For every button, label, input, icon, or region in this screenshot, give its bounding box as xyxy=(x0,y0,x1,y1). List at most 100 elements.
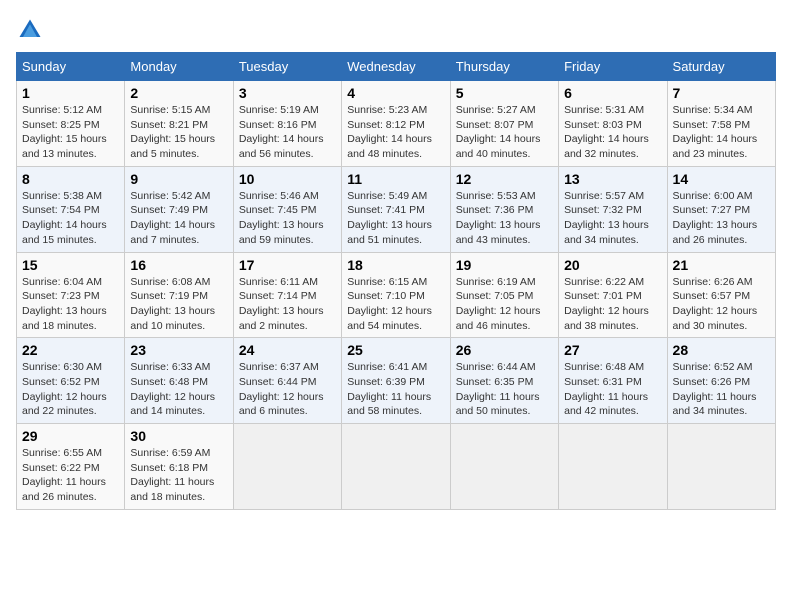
calendar-cell: 15 Sunrise: 6:04 AM Sunset: 7:23 PM Dayl… xyxy=(17,252,125,338)
sunset-text: Sunset: 7:49 PM xyxy=(130,204,208,216)
calendar-cell xyxy=(667,424,775,510)
daylight-text: Daylight: 13 hours and 10 minutes. xyxy=(130,305,215,332)
sunrise-text: Sunrise: 5:23 AM xyxy=(347,104,427,116)
cell-info: Sunrise: 6:52 AM Sunset: 6:26 PM Dayligh… xyxy=(673,360,770,419)
day-number: 26 xyxy=(456,342,553,358)
sunrise-text: Sunrise: 5:49 AM xyxy=(347,190,427,202)
day-number: 5 xyxy=(456,85,553,101)
sunrise-text: Sunrise: 5:38 AM xyxy=(22,190,102,202)
weekday-header-row: SundayMondayTuesdayWednesdayThursdayFrid… xyxy=(17,53,776,81)
daylight-text: Daylight: 12 hours and 14 minutes. xyxy=(130,391,215,418)
cell-info: Sunrise: 5:42 AM Sunset: 7:49 PM Dayligh… xyxy=(130,189,227,248)
daylight-text: Daylight: 12 hours and 38 minutes. xyxy=(564,305,649,332)
daylight-text: Daylight: 13 hours and 43 minutes. xyxy=(456,219,541,246)
daylight-text: Daylight: 11 hours and 18 minutes. xyxy=(130,476,214,503)
sunset-text: Sunset: 7:23 PM xyxy=(22,290,100,302)
sunrise-text: Sunrise: 6:55 AM xyxy=(22,447,102,459)
daylight-text: Daylight: 15 hours and 5 minutes. xyxy=(130,133,215,160)
sunset-text: Sunset: 8:21 PM xyxy=(130,119,208,131)
daylight-text: Daylight: 11 hours and 42 minutes. xyxy=(564,391,648,418)
logo-icon xyxy=(16,16,44,44)
cell-info: Sunrise: 5:49 AM Sunset: 7:41 PM Dayligh… xyxy=(347,189,444,248)
daylight-text: Daylight: 12 hours and 22 minutes. xyxy=(22,391,107,418)
cell-info: Sunrise: 6:08 AM Sunset: 7:19 PM Dayligh… xyxy=(130,275,227,334)
calendar-cell: 20 Sunrise: 6:22 AM Sunset: 7:01 PM Dayl… xyxy=(559,252,667,338)
week-row-3: 15 Sunrise: 6:04 AM Sunset: 7:23 PM Dayl… xyxy=(17,252,776,338)
sunrise-text: Sunrise: 6:15 AM xyxy=(347,276,427,288)
sunset-text: Sunset: 7:27 PM xyxy=(673,204,751,216)
day-number: 12 xyxy=(456,171,553,187)
sunset-text: Sunset: 7:01 PM xyxy=(564,290,642,302)
cell-info: Sunrise: 5:46 AM Sunset: 7:45 PM Dayligh… xyxy=(239,189,336,248)
day-number: 30 xyxy=(130,428,227,444)
weekday-wednesday: Wednesday xyxy=(342,53,450,81)
sunrise-text: Sunrise: 6:00 AM xyxy=(673,190,753,202)
week-row-4: 22 Sunrise: 6:30 AM Sunset: 6:52 PM Dayl… xyxy=(17,338,776,424)
sunrise-text: Sunrise: 6:59 AM xyxy=(130,447,210,459)
sunrise-text: Sunrise: 6:41 AM xyxy=(347,361,427,373)
calendar-cell: 4 Sunrise: 5:23 AM Sunset: 8:12 PM Dayli… xyxy=(342,81,450,167)
sunrise-text: Sunrise: 5:42 AM xyxy=(130,190,210,202)
day-number: 22 xyxy=(22,342,119,358)
day-number: 23 xyxy=(130,342,227,358)
cell-info: Sunrise: 6:37 AM Sunset: 6:44 PM Dayligh… xyxy=(239,360,336,419)
calendar-cell: 10 Sunrise: 5:46 AM Sunset: 7:45 PM Dayl… xyxy=(233,166,341,252)
calendar-cell xyxy=(450,424,558,510)
calendar-cell: 8 Sunrise: 5:38 AM Sunset: 7:54 PM Dayli… xyxy=(17,166,125,252)
calendar-cell: 17 Sunrise: 6:11 AM Sunset: 7:14 PM Dayl… xyxy=(233,252,341,338)
cell-info: Sunrise: 6:19 AM Sunset: 7:05 PM Dayligh… xyxy=(456,275,553,334)
daylight-text: Daylight: 11 hours and 50 minutes. xyxy=(456,391,540,418)
day-number: 9 xyxy=(130,171,227,187)
cell-info: Sunrise: 5:34 AM Sunset: 7:58 PM Dayligh… xyxy=(673,103,770,162)
sunrise-text: Sunrise: 5:15 AM xyxy=(130,104,210,116)
sunset-text: Sunset: 7:36 PM xyxy=(456,204,534,216)
daylight-text: Daylight: 11 hours and 34 minutes. xyxy=(673,391,757,418)
sunset-text: Sunset: 7:54 PM xyxy=(22,204,100,216)
daylight-text: Daylight: 12 hours and 6 minutes. xyxy=(239,391,324,418)
sunrise-text: Sunrise: 6:48 AM xyxy=(564,361,644,373)
cell-info: Sunrise: 5:23 AM Sunset: 8:12 PM Dayligh… xyxy=(347,103,444,162)
day-number: 13 xyxy=(564,171,661,187)
calendar-cell xyxy=(342,424,450,510)
daylight-text: Daylight: 11 hours and 58 minutes. xyxy=(347,391,431,418)
day-number: 25 xyxy=(347,342,444,358)
daylight-text: Daylight: 13 hours and 34 minutes. xyxy=(564,219,649,246)
day-number: 1 xyxy=(22,85,119,101)
cell-info: Sunrise: 5:31 AM Sunset: 8:03 PM Dayligh… xyxy=(564,103,661,162)
sunset-text: Sunset: 6:26 PM xyxy=(673,376,751,388)
cell-info: Sunrise: 6:44 AM Sunset: 6:35 PM Dayligh… xyxy=(456,360,553,419)
cell-info: Sunrise: 6:26 AM Sunset: 6:57 PM Dayligh… xyxy=(673,275,770,334)
daylight-text: Daylight: 14 hours and 7 minutes. xyxy=(130,219,215,246)
sunrise-text: Sunrise: 6:37 AM xyxy=(239,361,319,373)
daylight-text: Daylight: 11 hours and 26 minutes. xyxy=(22,476,106,503)
daylight-text: Daylight: 12 hours and 54 minutes. xyxy=(347,305,432,332)
daylight-text: Daylight: 14 hours and 48 minutes. xyxy=(347,133,432,160)
sunrise-text: Sunrise: 5:12 AM xyxy=(22,104,102,116)
weekday-saturday: Saturday xyxy=(667,53,775,81)
cell-info: Sunrise: 5:53 AM Sunset: 7:36 PM Dayligh… xyxy=(456,189,553,248)
cell-info: Sunrise: 5:27 AM Sunset: 8:07 PM Dayligh… xyxy=(456,103,553,162)
cell-info: Sunrise: 6:48 AM Sunset: 6:31 PM Dayligh… xyxy=(564,360,661,419)
calendar-cell: 9 Sunrise: 5:42 AM Sunset: 7:49 PM Dayli… xyxy=(125,166,233,252)
sunset-text: Sunset: 6:39 PM xyxy=(347,376,425,388)
calendar-cell: 7 Sunrise: 5:34 AM Sunset: 7:58 PM Dayli… xyxy=(667,81,775,167)
daylight-text: Daylight: 15 hours and 13 minutes. xyxy=(22,133,107,160)
sunset-text: Sunset: 7:10 PM xyxy=(347,290,425,302)
calendar-cell: 29 Sunrise: 6:55 AM Sunset: 6:22 PM Dayl… xyxy=(17,424,125,510)
daylight-text: Daylight: 13 hours and 59 minutes. xyxy=(239,219,324,246)
daylight-text: Daylight: 14 hours and 32 minutes. xyxy=(564,133,649,160)
day-number: 18 xyxy=(347,257,444,273)
sunset-text: Sunset: 7:58 PM xyxy=(673,119,751,131)
cell-info: Sunrise: 5:19 AM Sunset: 8:16 PM Dayligh… xyxy=(239,103,336,162)
logo xyxy=(16,16,48,44)
week-row-2: 8 Sunrise: 5:38 AM Sunset: 7:54 PM Dayli… xyxy=(17,166,776,252)
daylight-text: Daylight: 13 hours and 51 minutes. xyxy=(347,219,432,246)
sunset-text: Sunset: 7:14 PM xyxy=(239,290,317,302)
daylight-text: Daylight: 14 hours and 23 minutes. xyxy=(673,133,758,160)
day-number: 15 xyxy=(22,257,119,273)
sunset-text: Sunset: 6:57 PM xyxy=(673,290,751,302)
day-number: 2 xyxy=(130,85,227,101)
sunrise-text: Sunrise: 6:44 AM xyxy=(456,361,536,373)
daylight-text: Daylight: 13 hours and 26 minutes. xyxy=(673,219,758,246)
sunset-text: Sunset: 6:48 PM xyxy=(130,376,208,388)
